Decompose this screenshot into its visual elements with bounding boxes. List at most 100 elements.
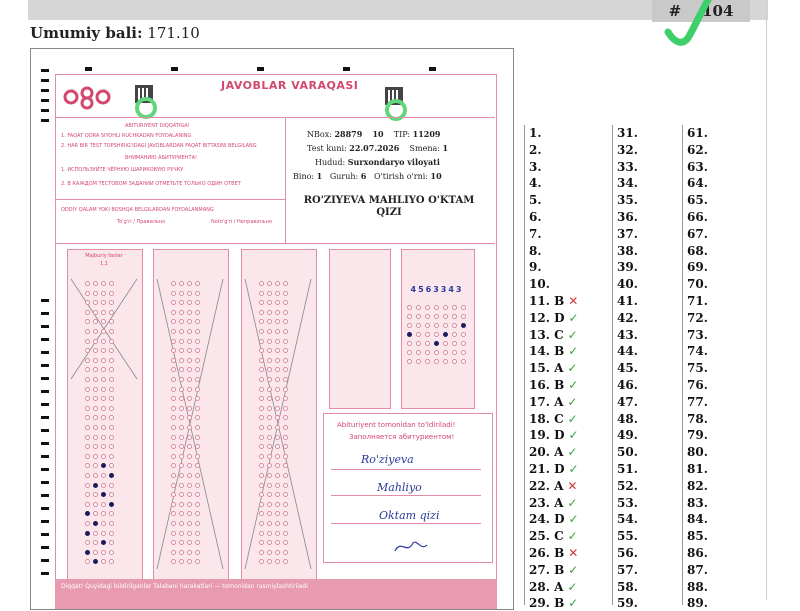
correct-check-icon: ✓	[567, 445, 578, 460]
answer-row: 4.	[529, 176, 542, 191]
signature-scribble-icon	[394, 541, 428, 552]
answer-row: 7.	[529, 226, 542, 241]
correct-check-icon: ✓	[568, 462, 579, 476]
correct-check-icon: ✓	[568, 512, 579, 527]
answer-row: 49.	[617, 428, 638, 443]
green-circle-mark-icon	[135, 97, 157, 119]
sheet-title: JAVOBLAR VARAQASI	[221, 79, 359, 92]
timing-marker	[343, 67, 350, 71]
answer-row: 36.	[617, 210, 638, 224]
answer-row: 24. D ✓	[529, 512, 579, 527]
correct-check-icon: ✓	[567, 411, 578, 426]
correct-check-icon: ✓	[567, 579, 578, 594]
answer-row: 29. B ✓	[529, 596, 579, 611]
score-label: Umumiy bali:	[30, 24, 143, 42]
answer-row: 23. A ✓	[529, 495, 578, 510]
answers-column-3: 61. 62. 63. 64. 65. 66. 67. 68. 69. 70. 71. 72. 73. 7…	[682, 125, 769, 610]
answer-row: 85.	[687, 529, 708, 544]
answer-row: 51.	[617, 462, 638, 476]
answer-row: 5.	[529, 193, 542, 208]
score-value: 171.10	[147, 24, 200, 42]
answer-row: 53.	[617, 495, 638, 510]
answer-row: 48.	[617, 411, 638, 426]
answer-row: 45.	[617, 361, 638, 376]
code-column	[401, 249, 475, 409]
answer-row: 14. B ✓	[529, 344, 579, 359]
correct-check-icon: ✓	[568, 562, 579, 577]
correct-check-icon: ✓	[567, 394, 578, 409]
answer-row: 89.	[687, 596, 708, 611]
answer-row: 16. B ✓	[529, 378, 579, 392]
answer-row: 81.	[687, 462, 708, 476]
correct-check-icon: ✓	[568, 596, 579, 611]
correct-check-icon: ✓	[568, 310, 579, 325]
answer-row: 50.	[617, 445, 638, 460]
answer-results-table: 1. 2. 3. 4. 5. 6. 7. 8. 9. 10. 11. B ✕ 12. D ✓ 13. C ✓ 1…	[524, 125, 754, 610]
answer-row: 86.	[687, 546, 708, 560]
answer-row: 6.	[529, 210, 542, 224]
answer-row: 47.	[617, 394, 638, 409]
answer-row: 63.	[687, 159, 708, 174]
timing-marker	[171, 67, 178, 71]
answer-row: 17. A ✓	[529, 394, 578, 409]
answer-row: 87.	[687, 562, 708, 577]
answer-row: 54.	[617, 512, 638, 527]
answer-row: 62.	[687, 142, 708, 157]
answer-row: 41.	[617, 294, 638, 308]
answer-row: 76.	[687, 378, 708, 392]
candidate-name: RO'ZIYEVA MAHLIYO O'KTAM QIZI	[303, 195, 475, 218]
answer-row: 69.	[687, 260, 708, 275]
answers-column-1: 1. 2. 3. 4. 5. 6. 7. 8. 9. 10. 11. B ✕ 12. D ✓ 13. C ✓ 1…	[524, 125, 611, 610]
answer-sheet-scan: JAVOBLAR VARAQASI ABITURIYENT DIQQATIGA!…	[30, 48, 514, 610]
answer-row: 1.	[529, 126, 542, 140]
answer-row: 65.	[687, 193, 708, 208]
answer-row: 39.	[617, 260, 638, 275]
answer-row: 58.	[617, 579, 638, 594]
answer-row: 25. C ✓	[529, 529, 578, 544]
correct-check-icon: ✓	[567, 361, 578, 376]
answer-row: 73.	[687, 327, 708, 342]
answer-row: 83.	[687, 495, 708, 510]
answer-row: 27. B ✓	[529, 562, 579, 577]
answer-row: 78.	[687, 411, 708, 426]
answer-row: 66.	[687, 210, 708, 224]
timing-marker	[85, 67, 92, 71]
correct-check-icon: ✓	[567, 529, 578, 544]
bottom-note: Diqqat! Quyidagi bildirilganlar Talabani…	[61, 583, 308, 590]
answer-row: 8.	[529, 243, 542, 258]
divider	[55, 243, 495, 244]
answer-row: 9.	[529, 260, 542, 275]
answer-row: 11. B ✕	[529, 294, 579, 308]
answer-row: 22. A ✕	[529, 478, 578, 493]
answer-row: 71.	[687, 294, 708, 308]
answer-row: 3.	[529, 159, 542, 174]
wrong-cross-icon: ✕	[568, 546, 579, 560]
answer-row: 57.	[617, 562, 638, 577]
correct-check-icon: ✓	[568, 378, 579, 392]
answer-row: 21. D ✓	[529, 462, 579, 476]
code-digits: 4563343	[410, 285, 464, 294]
signature-patronymic: Oktam qizi	[379, 509, 440, 522]
answer-row: 33.	[617, 159, 638, 174]
answer-row: 77.	[687, 394, 708, 409]
answer-row: 79.	[687, 428, 708, 443]
answer-row: 18. C ✓	[529, 411, 578, 426]
answer-row: 52.	[617, 478, 638, 493]
answer-row: 32.	[617, 142, 638, 157]
answer-row: 46.	[617, 378, 638, 392]
answer-row: 61.	[687, 126, 708, 140]
answer-row: 40.	[617, 277, 638, 292]
correct-check-icon: ✓	[568, 428, 579, 443]
answer-row: 82.	[687, 478, 708, 493]
answer-row: 2.	[529, 142, 542, 157]
answer-row: 80.	[687, 445, 708, 460]
wrong-cross-icon: ✕	[568, 294, 579, 308]
answer-row: 12. D ✓	[529, 310, 579, 325]
answer-row: 43.	[617, 327, 638, 342]
timing-marker	[257, 67, 264, 71]
answer-row: 35.	[617, 193, 638, 208]
answer-column-4	[329, 249, 391, 409]
answer-row: 13. C ✓	[529, 327, 578, 342]
answer-row: 15. A ✓	[529, 361, 578, 376]
answer-row: 55.	[617, 529, 638, 544]
